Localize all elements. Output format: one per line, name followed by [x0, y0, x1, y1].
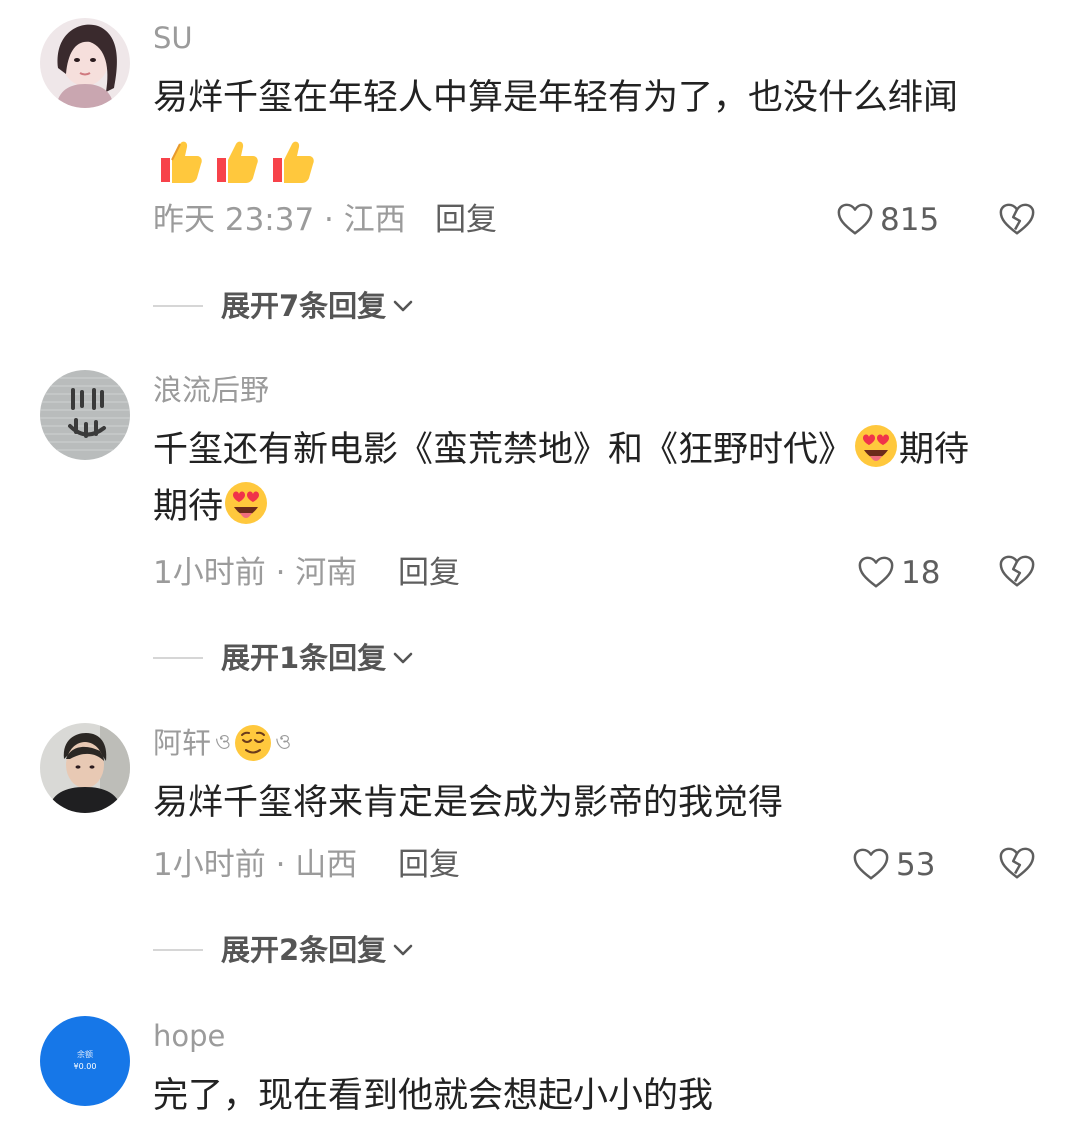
avatar[interactable]	[40, 723, 130, 813]
emoji-row	[153, 136, 317, 188]
avatar-text: ¥0.00	[73, 1062, 97, 1071]
avatar[interactable]	[40, 370, 130, 460]
broken-heart-icon	[999, 847, 1035, 879]
divider-line	[153, 305, 203, 307]
heart-outline-icon	[858, 556, 894, 588]
like-button[interactable]: 53	[852, 845, 935, 885]
heart-eyes-emoji	[225, 482, 268, 524]
expand-replies-button[interactable]: 展开1条回复	[153, 638, 414, 678]
dislike-button[interactable]	[998, 553, 1036, 591]
divider-line	[153, 657, 203, 659]
username-decoration: ও	[215, 730, 232, 755]
thumbs-up-emoji	[161, 141, 202, 183]
like-count: 18	[901, 555, 941, 591]
divider-line	[153, 949, 203, 951]
comment-text: 易烊千玺在年轻人中算是年轻有为了，也没什么绯闻	[153, 78, 959, 118]
avatar[interactable]: 余额 ¥0.00	[40, 1016, 130, 1106]
avatar-text: 余额	[77, 1050, 93, 1059]
expand-replies-button[interactable]: 展开7条回复	[153, 286, 414, 326]
heart-eyes-emoji	[855, 425, 898, 467]
dislike-button[interactable]	[998, 201, 1036, 239]
comment-text: 千玺还有新电影《蛮荒禁地》和《狂野时代》 期待 期待	[153, 422, 1033, 536]
reply-button[interactable]: 回复	[435, 200, 497, 240]
chevron-down-icon	[393, 652, 413, 664]
expand-replies-label: 展开2条回复	[221, 933, 387, 967]
thumbs-up-emoji	[273, 141, 314, 183]
comment-text-line1: 千玺还有新电影《蛮荒禁地》和《狂野时代》	[153, 430, 854, 470]
username[interactable]: SU	[153, 18, 193, 58]
username[interactable]: 阿轩 ও ও	[153, 723, 291, 763]
like-button[interactable]: 18	[857, 553, 940, 593]
reply-button[interactable]: 回复	[398, 845, 460, 885]
chevron-down-icon	[393, 300, 413, 312]
broken-heart-icon	[999, 203, 1035, 235]
heart-outline-icon	[837, 203, 873, 235]
broken-heart-icon	[999, 555, 1035, 587]
comment-text: 完了，现在看到他就会想起小小的我	[153, 1076, 714, 1116]
comment-time-location: 1小时前 · 河南	[153, 555, 358, 591]
like-count: 53	[896, 847, 936, 883]
chevron-down-icon	[393, 944, 413, 956]
expand-replies-label: 展开1条回复	[221, 641, 387, 675]
username[interactable]: hope	[153, 1016, 225, 1056]
comment-list: SU 易烊千玺在年轻人中算是年轻有为了，也没什么绯闻 昨天 23:37 · 江西…	[0, 0, 1080, 1121]
like-button[interactable]: 815	[836, 200, 939, 240]
dislike-button[interactable]	[998, 845, 1036, 883]
username-text: 阿轩	[153, 726, 212, 760]
heart-outline-icon	[853, 848, 889, 880]
comment-time-location: 1小时前 · 山西	[153, 847, 358, 883]
reply-button[interactable]: 回复	[398, 553, 460, 593]
comment-text-line2: 期待	[153, 487, 224, 527]
like-count: 815	[880, 202, 940, 238]
avatar[interactable]	[40, 18, 130, 108]
expand-replies-button[interactable]: 展开2条回复	[153, 930, 414, 970]
relieved-emoji	[235, 725, 272, 761]
comment-text-line1-tail: 期待	[899, 430, 970, 470]
expand-replies-label: 展开7条回复	[221, 289, 387, 323]
username[interactable]: 浪流后野	[153, 370, 269, 410]
comment-time-location: 昨天 23:37 · 江西	[153, 202, 406, 238]
username-decoration: ও	[275, 730, 292, 755]
thumbs-up-emoji	[217, 141, 258, 183]
comment-text: 易烊千玺将来肯定是会成为影帝的我觉得	[153, 783, 784, 823]
